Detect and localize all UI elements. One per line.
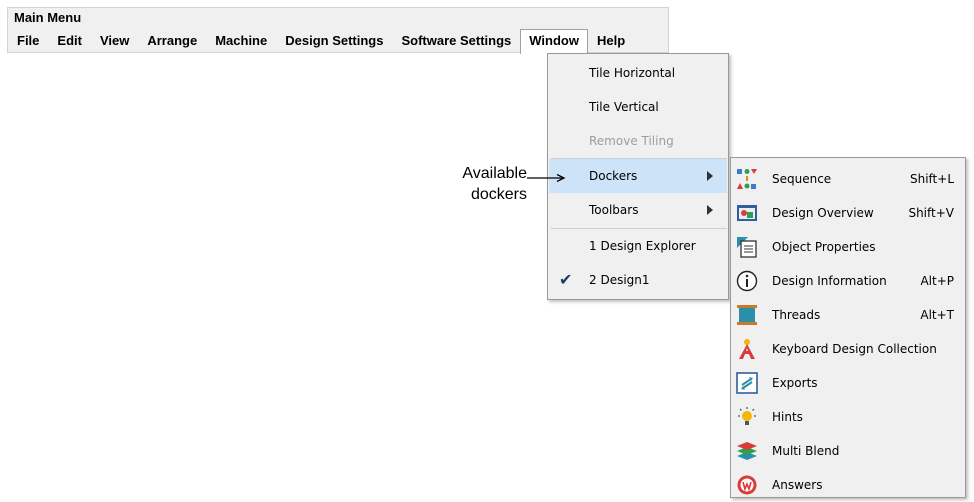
remove-tiling-item: Remove Tiling: [549, 124, 727, 158]
callout-arrow-icon: [527, 174, 566, 182]
menu-file[interactable]: File: [8, 29, 48, 53]
threads-shortcut: Alt+T: [920, 308, 954, 322]
annotation-line-2: dockers: [470, 186, 527, 203]
toolbars-label: Toolbars: [589, 203, 639, 217]
object-properties-icon: [737, 237, 757, 258]
design-explorer-item[interactable]: 1 Design Explorer: [549, 229, 727, 263]
toolbars-item[interactable]: Toolbars: [549, 193, 727, 227]
annotation-callout: Available dockers: [439, 163, 527, 205]
design1-label: 2 Design1: [589, 273, 650, 287]
tile-horizontal-item[interactable]: Tile Horizontal: [549, 56, 727, 90]
docker-design-overview[interactable]: Design Overview Shift+V: [732, 196, 964, 230]
checkmark-icon: ✔: [559, 270, 573, 289]
tile-horizontal-label: Tile Horizontal: [589, 66, 676, 80]
object-properties-label: Object Properties: [772, 240, 876, 254]
docker-keyboard-design-collection[interactable]: Keyboard Design Collection: [732, 332, 964, 366]
docker-multi-blend[interactable]: Multi Blend: [732, 434, 964, 468]
answers-label: Answers: [772, 478, 823, 492]
keyboard-letter-icon: [739, 339, 755, 359]
hints-label: Hints: [772, 410, 803, 424]
dockers-item[interactable]: Dockers: [549, 159, 727, 193]
dockers-submenu: Sequence Shift+L Design Overview Shift+V…: [730, 157, 966, 498]
window-menu: Tile Horizontal Tile Vertical Remove Til…: [547, 53, 729, 300]
docker-exports[interactable]: Exports: [732, 366, 964, 400]
answers-icon: [737, 475, 757, 495]
multi-blend-label: Multi Blend: [772, 444, 840, 458]
annotation-line-1: Available: [462, 165, 527, 182]
dockers-label: Dockers: [589, 169, 638, 183]
menu-window[interactable]: Window: [520, 29, 588, 54]
keyboard-design-collection-label: Keyboard Design Collection: [772, 342, 937, 356]
design-overview-label: Design Overview: [772, 206, 874, 220]
threads-label: Threads: [772, 308, 821, 322]
multi-blend-icon: [737, 442, 757, 460]
tile-vertical-label: Tile Vertical: [589, 100, 659, 114]
docker-hints[interactable]: Hints: [732, 400, 964, 434]
menu-arrange[interactable]: Arrange: [138, 29, 206, 53]
design-information-label: Design Information: [772, 274, 887, 288]
menubar: File Edit View Arrange Machine Design Se…: [8, 29, 634, 54]
menu-machine[interactable]: Machine: [206, 29, 276, 53]
exports-label: Exports: [772, 376, 818, 390]
docker-object-properties[interactable]: Object Properties: [732, 230, 964, 264]
design-overview-shortcut: Shift+V: [908, 206, 954, 220]
thread-spool-icon: [737, 305, 757, 325]
docker-design-information[interactable]: Design Information Alt+P: [732, 264, 964, 298]
remove-tiling-label: Remove Tiling: [589, 134, 674, 148]
design-explorer-label: 1 Design Explorer: [589, 239, 696, 253]
sequence-icon: [737, 169, 757, 189]
exports-icon: [736, 372, 758, 394]
submenu-arrow-icon: [707, 205, 713, 215]
info-icon: [736, 270, 758, 292]
docker-answers[interactable]: Answers: [732, 468, 964, 502]
main-menu-panel: Main Menu File Edit View Arrange Machine…: [7, 7, 669, 54]
docker-sequence[interactable]: Sequence Shift+L: [732, 162, 964, 196]
lightbulb-icon: [738, 407, 756, 425]
sequence-label: Sequence: [772, 172, 832, 186]
submenu-arrow-icon: [707, 171, 713, 181]
main-menu-title: Main Menu: [14, 10, 82, 25]
menu-edit[interactable]: Edit: [48, 29, 91, 53]
menu-software-settings[interactable]: Software Settings: [392, 29, 520, 53]
design-overview-icon: [737, 205, 757, 221]
tile-vertical-item[interactable]: Tile Vertical: [549, 90, 727, 124]
menu-view[interactable]: View: [91, 29, 138, 53]
docker-threads[interactable]: Threads Alt+T: [732, 298, 964, 332]
menu-help[interactable]: Help: [588, 29, 634, 53]
design1-item[interactable]: ✔ 2 Design1: [549, 263, 727, 297]
menu-design-settings[interactable]: Design Settings: [276, 29, 392, 53]
design-information-shortcut: Alt+P: [920, 274, 954, 288]
sequence-shortcut: Shift+L: [909, 172, 954, 186]
